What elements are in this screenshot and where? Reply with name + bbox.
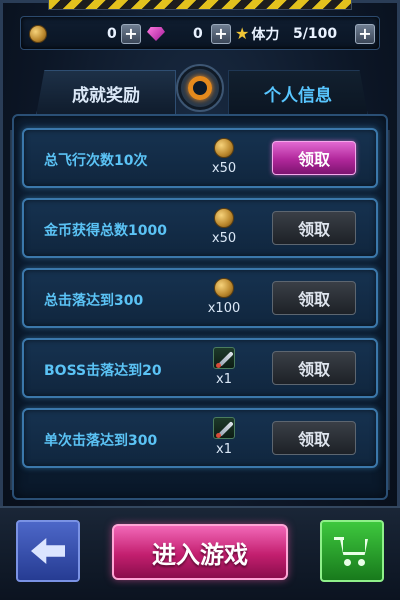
add-stamina-button[interactable]: + — [355, 24, 375, 44]
tab-profile[interactable]: 个人信息 — [228, 70, 368, 116]
coin-icon — [214, 138, 234, 158]
coin-plus-cell: + — [121, 23, 141, 45]
back-button[interactable] — [16, 520, 80, 582]
star-icon: ★ — [235, 24, 250, 43]
add-gems-button[interactable]: + — [211, 24, 231, 44]
claim-button[interactable]: 领取 — [272, 211, 356, 245]
gem-counter — [147, 23, 165, 45]
gem-plus-cell: + — [211, 23, 231, 45]
achievement-title: 总击落达到300 — [44, 293, 144, 309]
reward-quantity: x1 — [216, 372, 232, 387]
achievement-row: 单次击落达到300 x1 领取 — [22, 408, 378, 468]
back-arrow-icon — [31, 538, 65, 564]
stamina-value-cell: 5/100 — [293, 23, 337, 45]
gem-icon — [147, 27, 165, 41]
center-hub-emblem — [176, 64, 224, 112]
claim-button[interactable]: 领取 — [272, 421, 356, 455]
gem-value: 0 — [193, 26, 203, 42]
hub-ring-icon — [188, 76, 212, 100]
stamina-value: 5/100 — [293, 26, 338, 42]
reward-quantity: x50 — [211, 231, 237, 246]
achievement-title: 单次击落达到300 — [44, 433, 158, 449]
shop-button[interactable] — [320, 520, 384, 582]
add-coins-button[interactable]: + — [121, 24, 141, 44]
coin-icon — [29, 25, 47, 43]
claim-button[interactable]: 领取 — [272, 141, 356, 175]
reward: x100 — [202, 276, 246, 324]
shopping-cart-icon — [334, 535, 370, 567]
stamina-plus-cell: + — [355, 23, 375, 45]
missile-icon — [213, 347, 235, 369]
coin-value: 0 — [107, 26, 117, 42]
achievement-title: 总飞行次数10次 — [44, 153, 148, 169]
stamina-counter: ★ 体力 — [235, 23, 279, 45]
achievement-title: BOSS击落达到20 — [44, 363, 162, 379]
reward: x1 — [202, 416, 246, 464]
stamina-label: 体力 — [251, 27, 280, 43]
reward: x50 — [202, 136, 246, 184]
coin-icon — [214, 278, 234, 298]
reward: x1 — [202, 346, 246, 394]
achievement-row: 总击落达到300 x100 领取 — [22, 268, 378, 328]
reward-quantity: x1 — [216, 442, 232, 457]
enter-game-button[interactable]: 进入游戏 — [112, 524, 288, 580]
reward: x50 — [202, 206, 246, 254]
reward-quantity: x100 — [207, 301, 241, 316]
coin-counter — [29, 23, 47, 45]
gem-value-cell: 0 — [193, 23, 203, 45]
resource-bar: 0 + 0 + ★ 体力 5/100 + — [20, 16, 380, 50]
hazard-stripe — [48, 0, 352, 10]
achievement-title: 金币获得总数1000 — [44, 223, 167, 239]
achievement-row: BOSS击落达到20 x1 领取 — [22, 338, 378, 398]
missile-icon — [213, 417, 235, 439]
claim-button[interactable]: 领取 — [272, 351, 356, 385]
reward-quantity: x50 — [211, 161, 237, 176]
achievement-row: 总飞行次数10次 x50 领取 — [22, 128, 378, 188]
achievement-row: 金币获得总数1000 x50 领取 — [22, 198, 378, 258]
coin-icon — [214, 208, 234, 228]
coin-value-cell: 0 — [107, 23, 117, 45]
claim-button[interactable]: 领取 — [272, 281, 356, 315]
tab-achievements[interactable]: 成就奖励 — [36, 70, 176, 116]
